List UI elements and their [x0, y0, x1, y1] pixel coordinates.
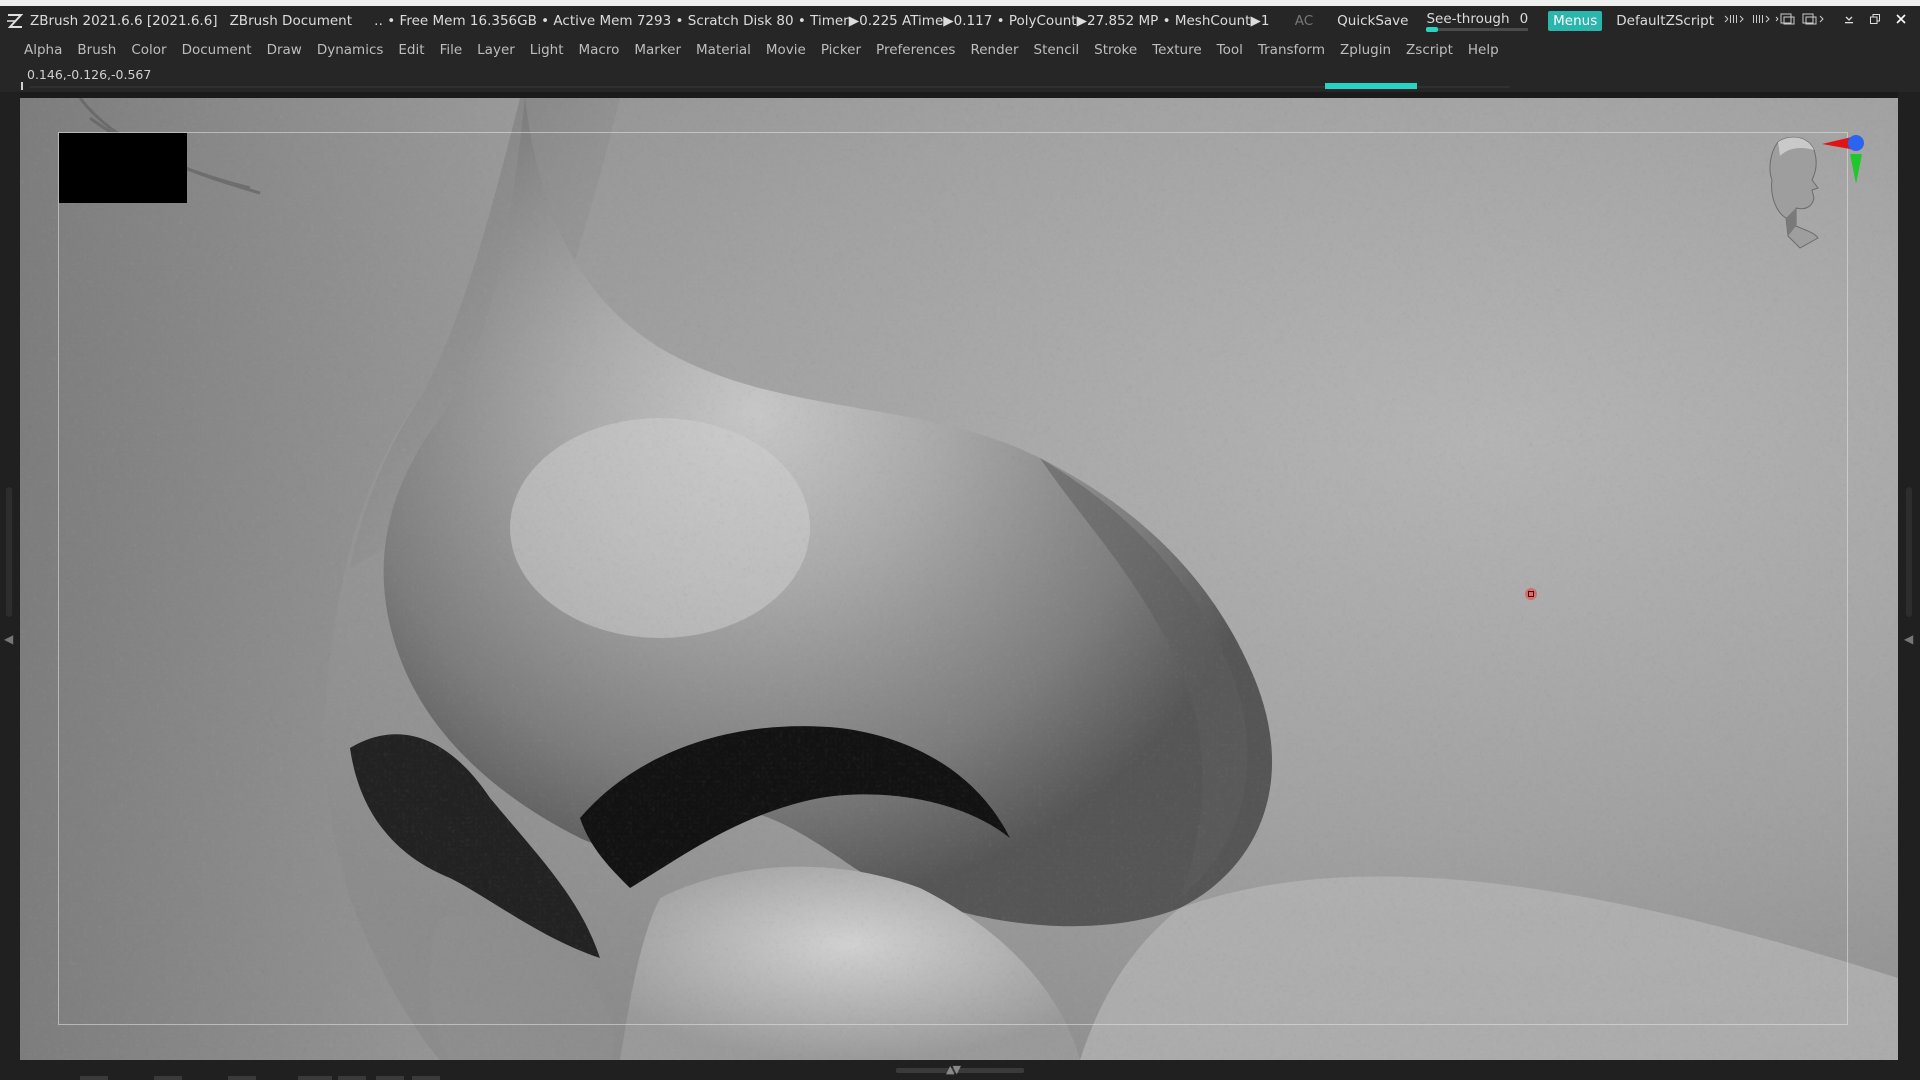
tray-layout-icon[interactable]	[1774, 12, 1800, 30]
menu-item-transform[interactable]: Transform	[1250, 42, 1332, 58]
seethrough-thumb[interactable]	[1426, 27, 1439, 32]
bottom-tray-divider[interactable]: ▲▼	[0, 1060, 1920, 1080]
progress-track	[30, 86, 1510, 88]
menu-item-draw[interactable]: Draw	[259, 42, 309, 58]
menu-item-file[interactable]: File	[432, 42, 470, 58]
title-bar: ZBrush 2021.6.6 [2021.6.6] ZBrush Docume…	[0, 0, 1920, 36]
bottom-shelf-tab[interactable]	[228, 1076, 256, 1080]
menu-item-zscript[interactable]: Zscript	[1398, 42, 1460, 58]
menu-item-stencil[interactable]: Stencil	[1026, 42, 1087, 58]
bottom-shelf-tab[interactable]	[298, 1076, 332, 1080]
default-zscript-button[interactable]: DefaultZScript	[1616, 13, 1714, 29]
menu-item-zplugin[interactable]: Zplugin	[1332, 42, 1398, 58]
y-axis-marker[interactable]	[1850, 154, 1862, 184]
bottom-shelf-tab[interactable]	[412, 1076, 440, 1080]
black-overlay-box	[59, 133, 187, 203]
status-readout: ‥ • Free Mem 16.356GB • Active Mem 7293 …	[374, 13, 1270, 29]
ui-layout-icon[interactable]	[1800, 12, 1826, 30]
progress-start-tick	[21, 82, 23, 90]
seethrough-track	[1426, 28, 1529, 31]
menu-item-stroke[interactable]: Stroke	[1086, 42, 1144, 58]
bottom-shelf-tab[interactable]	[80, 1076, 108, 1080]
right-tray-handle[interactable]	[1906, 487, 1912, 617]
bottom-shelf-tab[interactable]	[338, 1076, 366, 1080]
title-bar-controls: AC QuickSave See-through 0 Menus DefaultZ…	[1295, 6, 1920, 36]
restore-icon[interactable]	[1862, 13, 1888, 29]
menu-item-tool[interactable]: Tool	[1209, 42, 1250, 58]
close-icon[interactable]	[1888, 13, 1914, 29]
menu-item-texture[interactable]: Texture	[1144, 42, 1208, 58]
bottom-tray-arrows-icon[interactable]: ▲▼	[946, 1063, 961, 1076]
right-tray-arrow-icon[interactable]: ◀	[1904, 632, 1913, 646]
head-navigation-gizmo-icon[interactable]	[1760, 126, 1870, 256]
menus-toggle-button[interactable]: Menus	[1548, 11, 1603, 31]
sculpt-viewport[interactable]	[20, 98, 1898, 1060]
left-tray-handle[interactable]	[6, 487, 12, 617]
skin-pore-texture	[20, 98, 1898, 1060]
minimize-icon[interactable]	[1836, 13, 1862, 29]
menu-item-layer[interactable]: Layer	[469, 42, 522, 58]
z-axis-marker[interactable]	[1848, 135, 1864, 151]
progress-fill	[1325, 83, 1417, 89]
menu-item-movie[interactable]: Movie	[758, 42, 813, 58]
document-name: ZBrush Document	[229, 13, 352, 29]
menu-item-material[interactable]: Material	[688, 42, 758, 58]
seethrough-label: See-through	[1426, 11, 1510, 27]
left-tray-divider[interactable]: ◀	[0, 92, 20, 1064]
bottom-shelf-tab[interactable]	[376, 1076, 404, 1080]
bottom-shelf-tab[interactable]	[154, 1076, 182, 1080]
app-title: ZBrush 2021.6.6 [2021.6.6]	[30, 13, 218, 29]
layout-arrows-icon[interactable]	[1722, 13, 1748, 29]
right-tray-divider[interactable]: ◀	[1898, 92, 1920, 1064]
zbrush-logo-icon[interactable]	[4, 10, 26, 32]
brush-cursor-icon	[1525, 588, 1537, 600]
menu-item-macro[interactable]: Macro	[571, 42, 627, 58]
bottom-tray-handle[interactable]	[896, 1068, 1024, 1073]
menu-item-help[interactable]: Help	[1460, 42, 1506, 58]
menu-item-preferences[interactable]: Preferences	[868, 42, 962, 58]
menu-item-dynamics[interactable]: Dynamics	[309, 42, 391, 58]
menu-item-document[interactable]: Document	[174, 42, 259, 58]
ac-label[interactable]: AC	[1295, 13, 1313, 29]
menu-item-edit[interactable]: Edit	[390, 42, 431, 58]
seethrough-value: 0	[1519, 11, 1529, 27]
left-tray-arrow-icon[interactable]: ◀	[4, 632, 13, 646]
menu-item-brush[interactable]: Brush	[69, 42, 123, 58]
menu-item-alpha[interactable]: Alpha	[0, 42, 69, 58]
menu-item-marker[interactable]: Marker	[626, 42, 688, 58]
main-menu-bar: Alpha Brush Color Document Draw Dynamics Edit F…	[0, 36, 1920, 64]
menu-item-render[interactable]: Render	[962, 42, 1025, 58]
menu-item-picker[interactable]: Picker	[813, 42, 868, 58]
menu-item-light[interactable]: Light	[522, 42, 571, 58]
palette-columns-icon[interactable]	[1748, 13, 1774, 29]
document-canvas[interactable]	[20, 98, 1898, 1060]
progress-bar	[0, 80, 1920, 92]
quicksave-button[interactable]: QuickSave	[1337, 13, 1408, 29]
seethrough-slider[interactable]: See-through 0	[1426, 11, 1529, 32]
menu-item-color[interactable]: Color	[123, 42, 173, 58]
